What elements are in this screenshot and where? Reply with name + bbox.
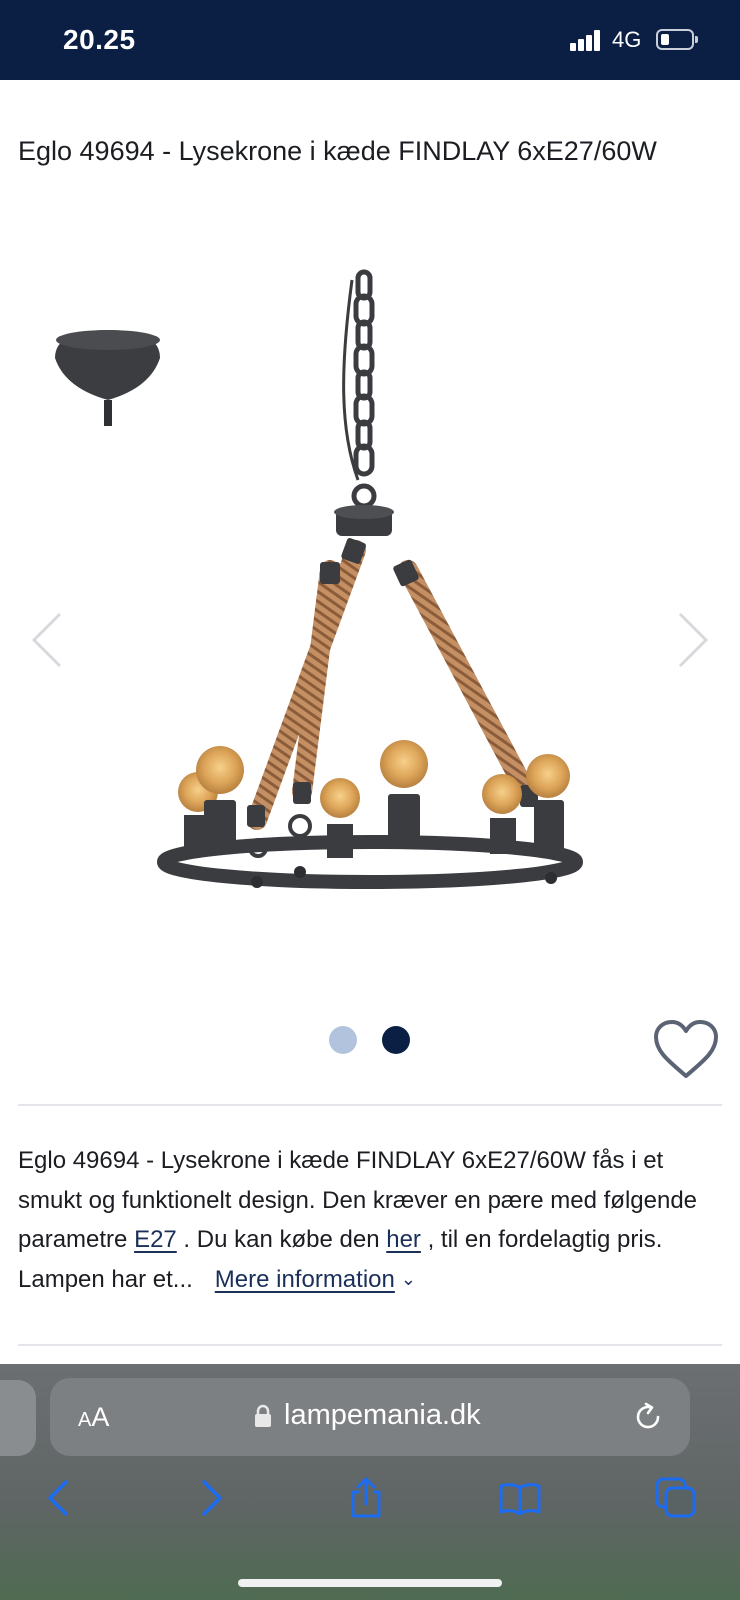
bookmarks-icon[interactable]: [498, 1476, 542, 1520]
gallery-pagination: [0, 1026, 740, 1056]
heart-icon[interactable]: [652, 1018, 720, 1082]
chevron-down-icon[interactable]: ⌄: [401, 1260, 416, 1300]
status-time: 20.25: [63, 24, 136, 55]
network-label: 4G: [612, 27, 642, 52]
signal-icon: [570, 29, 602, 51]
chevron-right-icon[interactable]: [672, 610, 712, 670]
address-bar[interactable]: AA lampemania.dk: [50, 1378, 690, 1456]
previous-tab-preview[interactable]: [0, 1380, 36, 1456]
back-icon[interactable]: [38, 1476, 82, 1520]
chevron-left-icon[interactable]: [28, 610, 68, 670]
reload-icon[interactable]: [632, 1401, 664, 1433]
lock-icon: [254, 1404, 272, 1428]
status-bar: 20.25 4G: [0, 0, 740, 80]
pagination-dot[interactable]: [329, 1026, 357, 1054]
divider: [18, 1344, 722, 1346]
battery-icon: [656, 29, 698, 50]
more-information-link[interactable]: Mere information: [215, 1266, 395, 1293]
pagination-dot-active[interactable]: [382, 1026, 410, 1054]
buy-here-link[interactable]: her: [386, 1226, 421, 1253]
product-image: [55, 269, 583, 889]
forward-icon[interactable]: [190, 1476, 234, 1520]
browser-toolbar: AA lampemania.dk: [0, 1364, 740, 1600]
e27-link[interactable]: E27: [134, 1226, 177, 1253]
url-domain[interactable]: lampemania.dk: [284, 1399, 481, 1432]
text-size-button[interactable]: AA: [78, 1402, 109, 1433]
product-title: Eglo 49694 - Lysekrone i kæde FINDLAY 6x…: [18, 136, 657, 166]
divider: [18, 1104, 722, 1106]
share-icon[interactable]: [344, 1476, 388, 1520]
product-image-gallery[interactable]: [0, 250, 740, 990]
tabs-icon[interactable]: [654, 1476, 698, 1520]
home-indicator: [238, 1579, 502, 1587]
product-description: Eglo 49694 - Lysekrone i kæde FINDLAY 6x…: [18, 1141, 718, 1299]
description-text: . Du kan købe den: [176, 1226, 387, 1253]
